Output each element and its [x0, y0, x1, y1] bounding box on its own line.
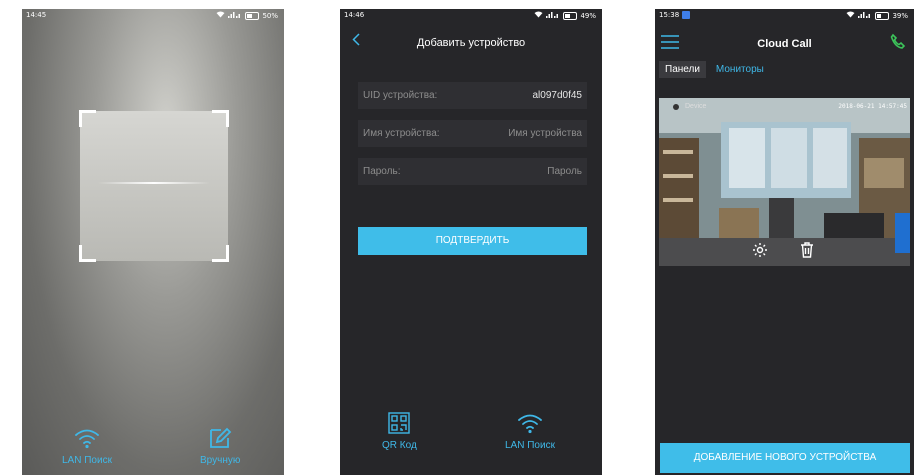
status-time: 14:45	[26, 11, 47, 19]
qr-code-icon	[388, 412, 411, 440]
lan-search-label: LAN Поиск	[62, 455, 112, 466]
camera-status-dot	[673, 104, 679, 110]
wifi-icon	[74, 427, 100, 455]
add-new-device-button[interactable]: ДОБАВЛЕНИЕ НОВОГО УСТРОЙСТВА	[660, 443, 910, 473]
manual-entry-label: Вручную	[200, 455, 241, 466]
manual-entry-button[interactable]: Вручную	[200, 427, 240, 466]
battery-icon	[563, 11, 578, 20]
device-name-label: Имя устройства:	[363, 128, 440, 139]
tab-bar: Панели Мониторы	[659, 61, 770, 78]
page-title: Cloud Call	[757, 38, 812, 50]
battery-percent: 39%	[892, 11, 908, 20]
camera-name: Device	[685, 103, 707, 110]
header-bar: Добавить устройство	[340, 29, 602, 57]
wifi-icon	[517, 412, 543, 440]
frame-corner	[212, 110, 229, 127]
frame-corner	[79, 245, 96, 262]
tab-monitors[interactable]: Мониторы	[710, 61, 770, 78]
signal-icon	[546, 11, 560, 20]
password-field[interactable]: Пароль: Пароль	[358, 158, 587, 185]
lan-search-label: LAN Поиск	[505, 440, 555, 451]
frame-corner	[79, 110, 96, 127]
settings-gear-icon[interactable]	[752, 242, 768, 263]
password-placeholder: Пароль	[547, 166, 582, 177]
scan-line	[98, 182, 210, 184]
battery-icon	[875, 11, 890, 20]
device-name-field[interactable]: Имя устройства: Имя устройства	[358, 120, 587, 147]
page-title: Добавить устройство	[416, 37, 526, 49]
wifi-icon	[534, 11, 543, 20]
camera-timestamp: 2018-06-21 14:57:45	[838, 103, 907, 110]
battery-percent: 50%	[262, 11, 278, 20]
status-bar: 14:45 50%	[22, 9, 284, 22]
uid-value: al097d0f45	[532, 90, 583, 101]
lan-search-button[interactable]: LAN Поиск	[505, 412, 555, 451]
delete-trash-icon[interactable]	[800, 242, 814, 263]
qr-code-button[interactable]: QR Код	[382, 412, 417, 451]
uid-label: UID устройства:	[363, 90, 438, 101]
battery-percent: 49%	[580, 11, 596, 20]
screen-qr-scanner: 14:45 50% LAN Поиск Вручную	[22, 9, 284, 475]
screen-add-device: 14:46 49% Добавить устройство UID устрой…	[340, 9, 602, 475]
wifi-icon	[216, 11, 225, 20]
lan-search-button[interactable]: LAN Поиск	[62, 427, 112, 466]
camera-snapshot	[659, 98, 910, 266]
camera-preview[interactable]: Device 2018-06-21 14:57:45	[659, 98, 910, 266]
qr-code-label: QR Код	[382, 440, 417, 451]
app-notification-icon	[682, 11, 690, 19]
status-time: 14:46	[344, 11, 365, 19]
frame-corner	[212, 245, 229, 262]
battery-icon	[245, 11, 260, 20]
qr-scan-frame	[79, 110, 229, 262]
device-name-placeholder: Имя устройства	[508, 128, 582, 139]
status-time: 15:38	[659, 11, 680, 19]
edit-icon	[208, 427, 232, 455]
status-bar: 14:46 49%	[340, 9, 602, 22]
confirm-button[interactable]: ПОДТВЕРДИТЬ	[358, 227, 587, 255]
screen-cloud-call: 15:38 39% Cloud Call Панели Мониторы Dev…	[655, 9, 914, 475]
signal-icon	[858, 11, 872, 20]
header-bar: Cloud Call	[655, 29, 914, 55]
signal-icon	[228, 11, 242, 20]
uid-field[interactable]: UID устройства: al097d0f45	[358, 82, 587, 109]
password-label: Пароль:	[363, 166, 401, 177]
phone-call-icon[interactable]	[890, 33, 906, 54]
wifi-icon	[846, 11, 855, 20]
status-bar: 15:38 39%	[655, 9, 914, 22]
tab-panels[interactable]: Панели	[659, 61, 706, 78]
